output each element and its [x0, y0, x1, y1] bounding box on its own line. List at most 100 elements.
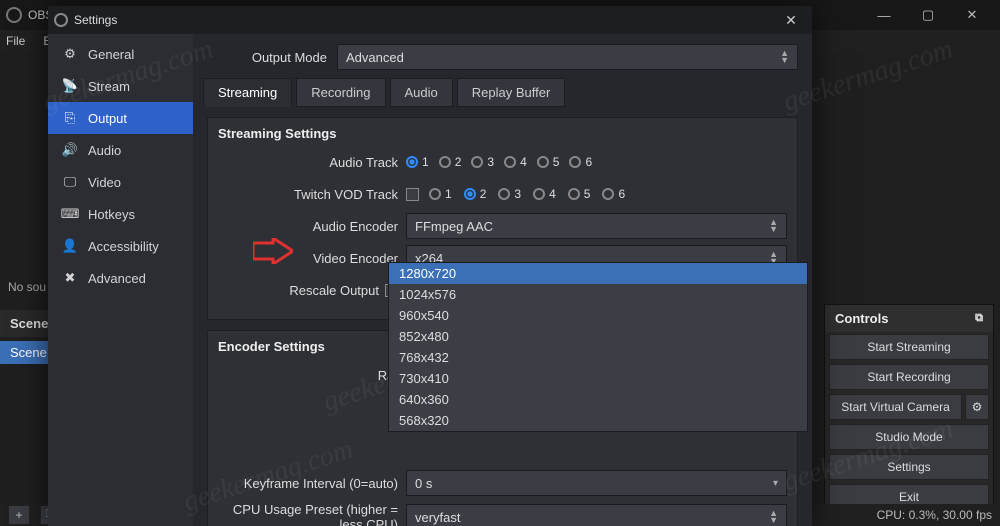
rescale-option[interactable]: 512x288	[389, 431, 807, 432]
arrow-annotation-icon	[253, 238, 293, 264]
updown-icon: ▲▼	[780, 50, 789, 64]
rescale-dropdown-list[interactable]: 1280x7201024x576960x540852x480768x432730…	[388, 262, 808, 432]
audio-tracks-option-5[interactable]: 5	[537, 155, 560, 169]
cpu-preset-select[interactable]: veryfast ▲▼	[406, 504, 787, 526]
output-tabs: StreamingRecordingAudioReplay Buffer	[193, 78, 812, 107]
add-scene-button[interactable]: +	[8, 505, 30, 525]
settings-title: Settings	[74, 13, 117, 27]
sidebar-item-label: Video	[88, 175, 121, 190]
output-mode-label: Output Mode	[207, 50, 327, 65]
vod-tracks-option-3[interactable]: 3	[498, 187, 521, 201]
audio-tracks-option-3[interactable]: 3	[471, 155, 494, 169]
settings-titlebar: Settings ✕	[48, 6, 812, 34]
sidebar-item-audio[interactable]: 🔊 Audio	[48, 134, 193, 166]
virtual-camera-settings-button[interactable]: ⚙	[965, 394, 989, 420]
sidebar-item-general[interactable]: ⚙ General	[48, 38, 193, 70]
keyframe-label: Keyframe Interval (0=auto)	[218, 476, 398, 491]
rescale-option[interactable]: 568x320	[389, 410, 807, 431]
monitor-icon: 🖵	[62, 174, 78, 190]
vod-tracks-option-1[interactable]: 1	[429, 187, 452, 201]
radio-icon	[537, 156, 549, 168]
output-icon: ⎘	[62, 110, 78, 126]
audio-tracks-option-4[interactable]: 4	[504, 155, 527, 169]
audio-track-radios: 123456	[406, 155, 787, 169]
sidebar-item-video[interactable]: 🖵 Video	[48, 166, 193, 198]
keyframe-value: 0 s	[415, 476, 432, 491]
sidebar-item-advanced[interactable]: ✖ Advanced	[48, 262, 193, 294]
sidebar-item-stream[interactable]: 📡Stream	[48, 70, 193, 102]
start-streaming-button[interactable]: Start Streaming	[829, 334, 989, 360]
sidebar-item-label: Audio	[88, 143, 121, 158]
updown-icon: ▲▼	[769, 219, 778, 233]
vod-tracks-option-4[interactable]: 4	[533, 187, 556, 201]
radio-icon	[602, 188, 614, 200]
cpu-fps-label: CPU: 0.3%, 30.00 fps	[877, 508, 992, 522]
audio-tracks-option-1[interactable]: 1	[406, 155, 429, 169]
menu-file[interactable]: File	[6, 34, 25, 48]
maximize-icon[interactable]: ▢	[906, 0, 950, 30]
rescale-option[interactable]: 730x410	[389, 368, 807, 389]
radio-icon	[504, 156, 516, 168]
vod-checkbox[interactable]	[406, 188, 419, 201]
start-recording-button[interactable]: Start Recording	[829, 364, 989, 390]
settings-close-button[interactable]: ✕	[776, 12, 806, 29]
settings-button[interactable]: Settings	[829, 454, 989, 480]
tab-recording[interactable]: Recording	[296, 78, 385, 107]
vod-track-controls: 123456	[406, 187, 787, 201]
audio-encoder-label: Audio Encoder	[218, 219, 398, 234]
controls-dock: Controls ⧉ Start Streaming Start Recordi…	[824, 304, 994, 513]
sidebar-item-label: Advanced	[88, 271, 146, 286]
chevron-down-icon: ▾	[773, 478, 778, 489]
tab-streaming[interactable]: Streaming	[203, 78, 292, 107]
sidebar-item-output[interactable]: ⎘ Output	[48, 102, 193, 134]
radio-icon	[568, 188, 580, 200]
tools-icon: ✖	[62, 270, 78, 286]
audio-encoder-value: FFmpeg AAC	[415, 219, 493, 234]
audio-tracks-option-2[interactable]: 2	[439, 155, 462, 169]
audio-encoder-select[interactable]: FFmpeg AAC ▲▼	[406, 213, 787, 239]
obs-logo-icon	[54, 13, 68, 27]
speaker-icon: 🔊	[62, 142, 78, 158]
dock-popout-icon[interactable]: ⧉	[975, 312, 983, 325]
sidebar-item-label: General	[88, 47, 134, 62]
cpu-preset-label: CPU Usage Preset (higher = less CPU)	[218, 502, 398, 526]
vod-track-label: Twitch VOD Track	[218, 187, 398, 202]
vod-tracks-option-6[interactable]: 6	[602, 187, 625, 201]
radio-icon	[406, 156, 418, 168]
sidebar-item-label: Output	[88, 111, 127, 126]
rescale-option[interactable]: 960x540	[389, 305, 807, 326]
access-icon: 👤	[62, 238, 78, 254]
start-virtual-camera-button[interactable]: Start Virtual Camera	[829, 394, 962, 420]
radio-icon	[498, 188, 510, 200]
minimize-icon[interactable]: —	[862, 0, 906, 30]
sidebar-item-accessibility[interactable]: 👤Accessibility	[48, 230, 193, 262]
studio-mode-button[interactable]: Studio Mode	[829, 424, 989, 450]
radio-icon	[533, 188, 545, 200]
tab-replay-buffer[interactable]: Replay Buffer	[457, 78, 566, 107]
keyboard-icon: ⌨	[62, 206, 78, 222]
radio-icon	[569, 156, 581, 168]
audio-track-label: Audio Track	[218, 155, 398, 170]
rescale-option[interactable]: 768x432	[389, 347, 807, 368]
vod-tracks-option-2[interactable]: 2	[464, 187, 487, 201]
output-mode-select[interactable]: Advanced ▲▼	[337, 44, 798, 70]
vod-tracks-option-5[interactable]: 5	[568, 187, 591, 201]
vod-track-radios: 123456	[429, 187, 625, 201]
no-source-label: No sou	[8, 280, 46, 294]
sidebar-item-hotkeys[interactable]: ⌨Hotkeys	[48, 198, 193, 230]
rescale-option[interactable]: 1024x576	[389, 284, 807, 305]
keyframe-select[interactable]: 0 s ▾	[406, 470, 787, 496]
rescale-option[interactable]: 852x480	[389, 326, 807, 347]
radio-icon	[439, 156, 451, 168]
close-icon[interactable]: ✕	[950, 0, 994, 30]
radio-icon	[464, 188, 476, 200]
updown-icon: ▲▼	[769, 510, 778, 524]
rescale-option[interactable]: 640x360	[389, 389, 807, 410]
gear-icon: ⚙	[62, 46, 78, 62]
audio-tracks-option-6[interactable]: 6	[569, 155, 592, 169]
rescale-option[interactable]: 1280x720	[389, 263, 807, 284]
rate-control-label: Rat	[218, 368, 398, 383]
settings-sidebar: ⚙ General 📡Stream ⎘ Output 🔊 Audio 🖵 Video ⌨Hotke…	[48, 34, 193, 526]
sidebar-item-label: Stream	[88, 79, 130, 94]
tab-audio[interactable]: Audio	[390, 78, 453, 107]
